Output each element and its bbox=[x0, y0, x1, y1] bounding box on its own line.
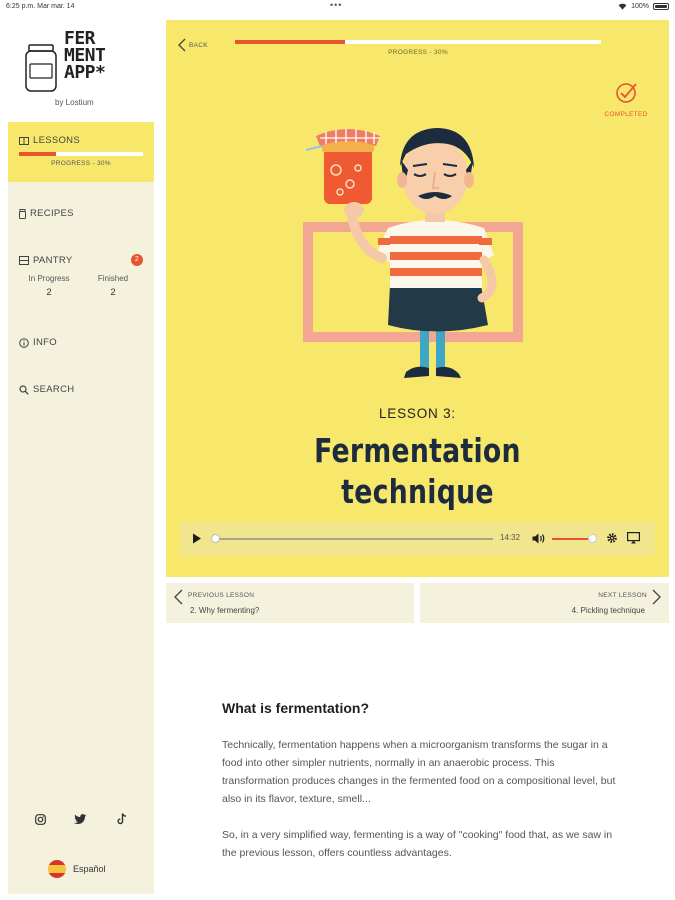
pantry-stats: In Progress 2 Finished 2 bbox=[19, 274, 143, 298]
check-circle-icon bbox=[616, 83, 637, 103]
sidebar-item-info[interactable]: INFO bbox=[19, 337, 57, 348]
chevron-left-icon bbox=[174, 589, 183, 605]
lesson-title-line: Fermentation bbox=[314, 431, 521, 470]
back-button[interactable]: BACK bbox=[178, 38, 208, 52]
search-icon bbox=[19, 384, 29, 395]
lesson-title: Fermentation technique bbox=[191, 430, 644, 512]
pantry-in-progress-label: In Progress bbox=[28, 274, 70, 283]
pantry-finished-value: 2 bbox=[110, 287, 116, 298]
spain-flag-icon bbox=[48, 860, 66, 878]
brand-byline: by Lostium bbox=[55, 98, 94, 107]
lessons-progress-text: PROGRESS - 30% bbox=[51, 160, 111, 167]
sidebar-item-search[interactable]: SEARCH bbox=[19, 384, 74, 395]
pantry-finished-label: Finished bbox=[97, 274, 129, 283]
language-selector[interactable]: Español bbox=[48, 860, 106, 878]
tiktok-icon[interactable] bbox=[115, 812, 129, 826]
instagram-icon[interactable] bbox=[33, 812, 47, 826]
back-label: BACK bbox=[189, 41, 208, 49]
sidebar-item-label: PANTRY bbox=[33, 255, 73, 266]
audio-seek-handle[interactable] bbox=[211, 534, 220, 543]
pantry-in-progress[interactable]: In Progress 2 bbox=[19, 274, 79, 298]
brand[interactable]: FER MENT APP* by Lostium bbox=[8, 14, 154, 122]
pantry-badge: 2 bbox=[131, 254, 143, 266]
pantry-in-progress-value: 2 bbox=[46, 287, 52, 298]
audio-seek-bar[interactable] bbox=[213, 538, 493, 540]
battery-percent: 100% bbox=[631, 3, 649, 10]
lessons-progress-bar bbox=[19, 152, 143, 156]
pantry-icon bbox=[19, 256, 29, 265]
next-lesson-label: NEXT LESSON bbox=[598, 592, 647, 599]
social-links bbox=[8, 812, 154, 826]
brand-wordmark: FER MENT APP* bbox=[64, 30, 106, 83]
sidebar-item-pantry[interactable]: PANTRY 2 bbox=[19, 254, 143, 266]
lesson-article: What is fermentation? Technically, ferme… bbox=[222, 700, 617, 880]
volume-icon[interactable] bbox=[532, 533, 546, 544]
battery-icon bbox=[653, 3, 669, 10]
language-label: Español bbox=[73, 864, 106, 874]
sidebar-item-label: LESSONS bbox=[33, 135, 80, 146]
sidebar: FER MENT APP* by Lostium LESSONS PROGRES… bbox=[8, 14, 154, 894]
brand-line: APP* bbox=[64, 62, 106, 83]
play-icon[interactable] bbox=[192, 533, 202, 544]
wifi-icon bbox=[618, 3, 627, 10]
info-icon bbox=[19, 337, 29, 348]
audio-player: 14:32 bbox=[180, 522, 655, 556]
volume-slider[interactable] bbox=[552, 538, 592, 540]
status-time-date: 6:25 p.m. Mar mar. 14 bbox=[6, 3, 75, 10]
lesson-progress-fill bbox=[235, 40, 345, 44]
lesson-hero: BACK PROGRESS - 30% COMPLETED LESSON 3: … bbox=[166, 20, 669, 577]
lesson-progress-bar bbox=[235, 40, 601, 44]
completed-badge[interactable]: COMPLETED bbox=[596, 82, 656, 118]
sidebar-item-label: SEARCH bbox=[33, 384, 75, 395]
previous-lesson-button[interactable]: PREVIOUS LESSON 2. Why fermenting? bbox=[166, 583, 414, 623]
multitasking-dots[interactable]: ••• bbox=[330, 0, 342, 10]
sidebar-item-lessons-label: LESSONS bbox=[19, 135, 80, 146]
completed-label: COMPLETED bbox=[604, 111, 648, 118]
previous-lesson-label: PREVIOUS LESSON bbox=[188, 592, 255, 599]
sidebar-item-label: INFO bbox=[33, 337, 57, 348]
article-paragraph: Technically, fermentation happens when a… bbox=[222, 739, 616, 805]
article-heading: What is fermentation? bbox=[222, 700, 370, 716]
jar-icon bbox=[19, 208, 26, 219]
cast-icon[interactable] bbox=[627, 532, 640, 544]
sidebar-item-label: RECIPES bbox=[30, 208, 74, 219]
book-icon bbox=[19, 136, 29, 145]
lesson-progress-text: PROGRESS - 30% bbox=[388, 49, 448, 56]
volume-handle[interactable] bbox=[588, 534, 597, 543]
status-right: 100% bbox=[618, 3, 669, 10]
lessons-progress-fill bbox=[19, 152, 57, 156]
sidebar-nav: LESSONS PROGRESS - 30% RECIPES PANTRY 2 … bbox=[8, 122, 154, 894]
chevron-left-icon bbox=[178, 38, 186, 52]
gear-icon[interactable] bbox=[606, 532, 618, 544]
lesson-number: LESSON 3: bbox=[379, 406, 456, 421]
lesson-title-line: technique bbox=[341, 472, 494, 511]
audio-duration: 14:32 bbox=[500, 533, 521, 542]
twitter-icon[interactable] bbox=[74, 812, 88, 826]
previous-lesson-name: 2. Why fermenting? bbox=[190, 606, 260, 615]
jar-logo-icon bbox=[25, 44, 57, 92]
next-lesson-button[interactable]: NEXT LESSON 4. Pickling technique bbox=[420, 583, 669, 623]
chef-with-jar-illustration bbox=[303, 128, 523, 378]
pantry-finished[interactable]: Finished 2 bbox=[83, 274, 143, 298]
article-paragraph: So, in a very simplified way, fermenting… bbox=[222, 829, 613, 859]
sidebar-item-recipes[interactable]: RECIPES bbox=[19, 208, 74, 219]
next-lesson-name: 4. Pickling technique bbox=[571, 606, 645, 615]
status-bar: 6:25 p.m. Mar mar. 14 ••• 100% bbox=[0, 0, 675, 14]
chevron-right-icon bbox=[652, 589, 661, 605]
sidebar-item-lessons[interactable]: LESSONS PROGRESS - 30% bbox=[8, 122, 154, 182]
